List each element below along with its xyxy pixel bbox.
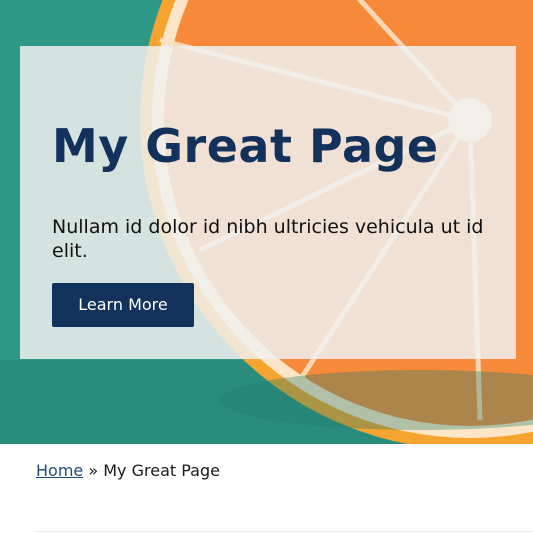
breadcrumb: Home » My Great Page xyxy=(36,460,220,482)
hero-banner: My Great Page Nullam id dolor id nibh ul… xyxy=(0,0,533,444)
breadcrumb-home-link[interactable]: Home xyxy=(36,461,83,480)
learn-more-button[interactable]: Learn More xyxy=(52,283,194,327)
page-title: My Great Page xyxy=(52,119,439,173)
divider xyxy=(36,531,533,532)
hero-card: My Great Page Nullam id dolor id nibh ul… xyxy=(20,46,516,359)
breadcrumb-current: My Great Page xyxy=(103,461,220,480)
hero-description: Nullam id dolor id nibh ultricies vehicu… xyxy=(52,216,484,262)
breadcrumb-separator: » xyxy=(88,461,99,480)
